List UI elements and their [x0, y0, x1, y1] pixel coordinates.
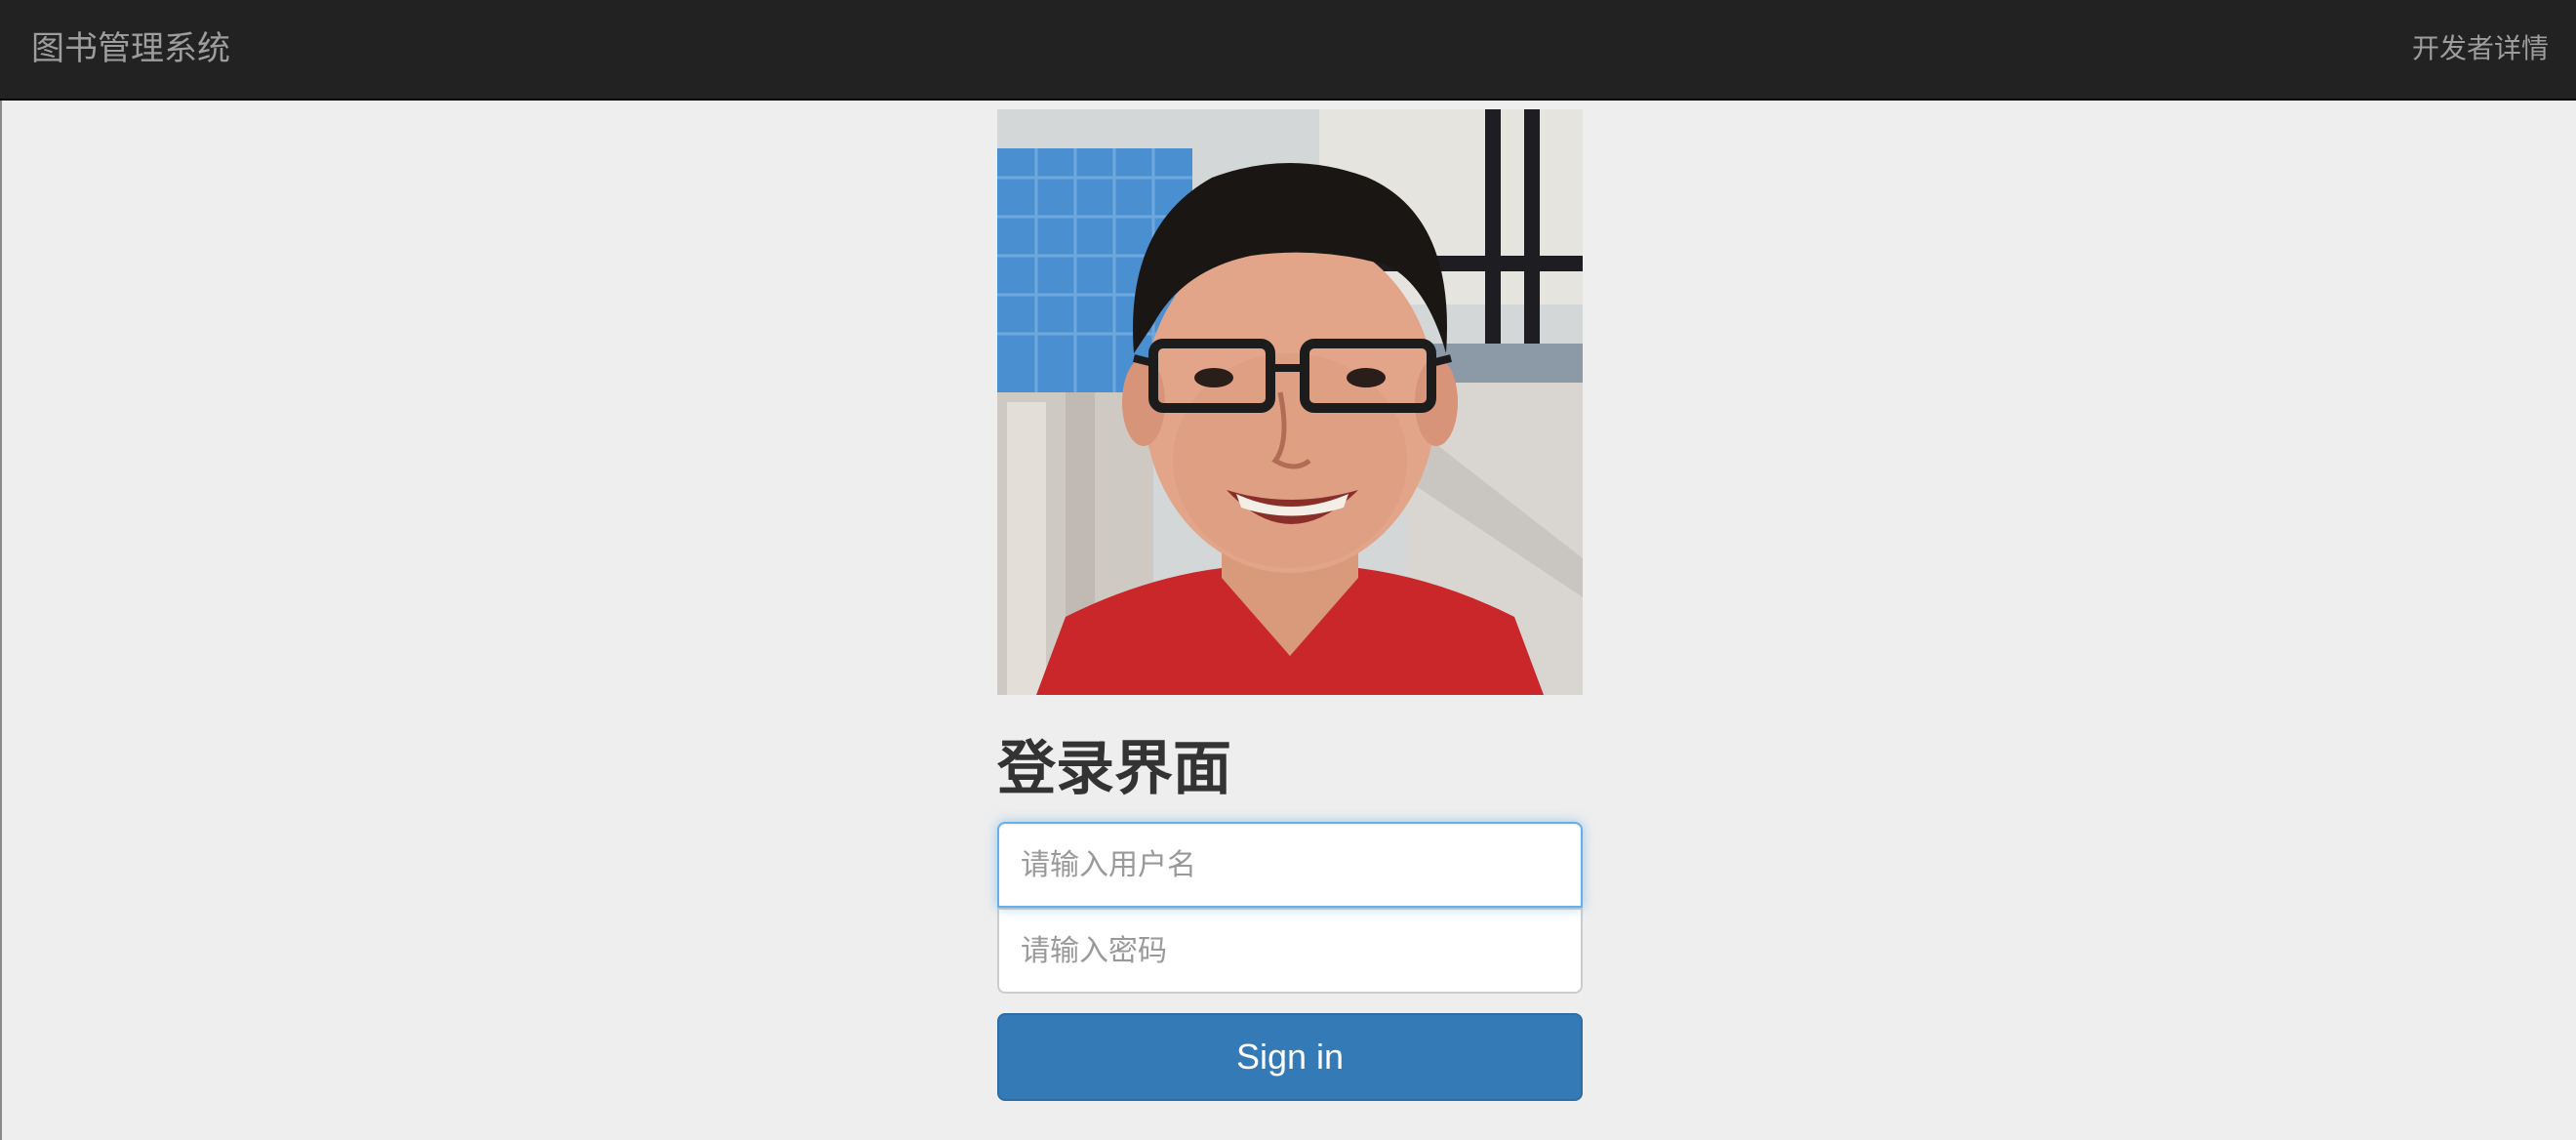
- profile-photo: [997, 109, 1583, 695]
- navbar-brand[interactable]: 图书管理系统: [31, 25, 230, 72]
- login-heading: 登录界面: [997, 735, 1231, 803]
- top-navbar: 图书管理系统 开发者详情: [0, 0, 2576, 101]
- username-input[interactable]: [997, 822, 1583, 908]
- profile-photo-image: [997, 109, 1583, 695]
- password-input[interactable]: [997, 908, 1583, 994]
- sign-in-button[interactable]: Sign in: [997, 1013, 1583, 1101]
- developer-details-link[interactable]: 开发者详情: [2412, 29, 2549, 68]
- login-container: 登录界面 Sign in: [997, 109, 1583, 1101]
- window-left-edge: [0, 101, 2, 1140]
